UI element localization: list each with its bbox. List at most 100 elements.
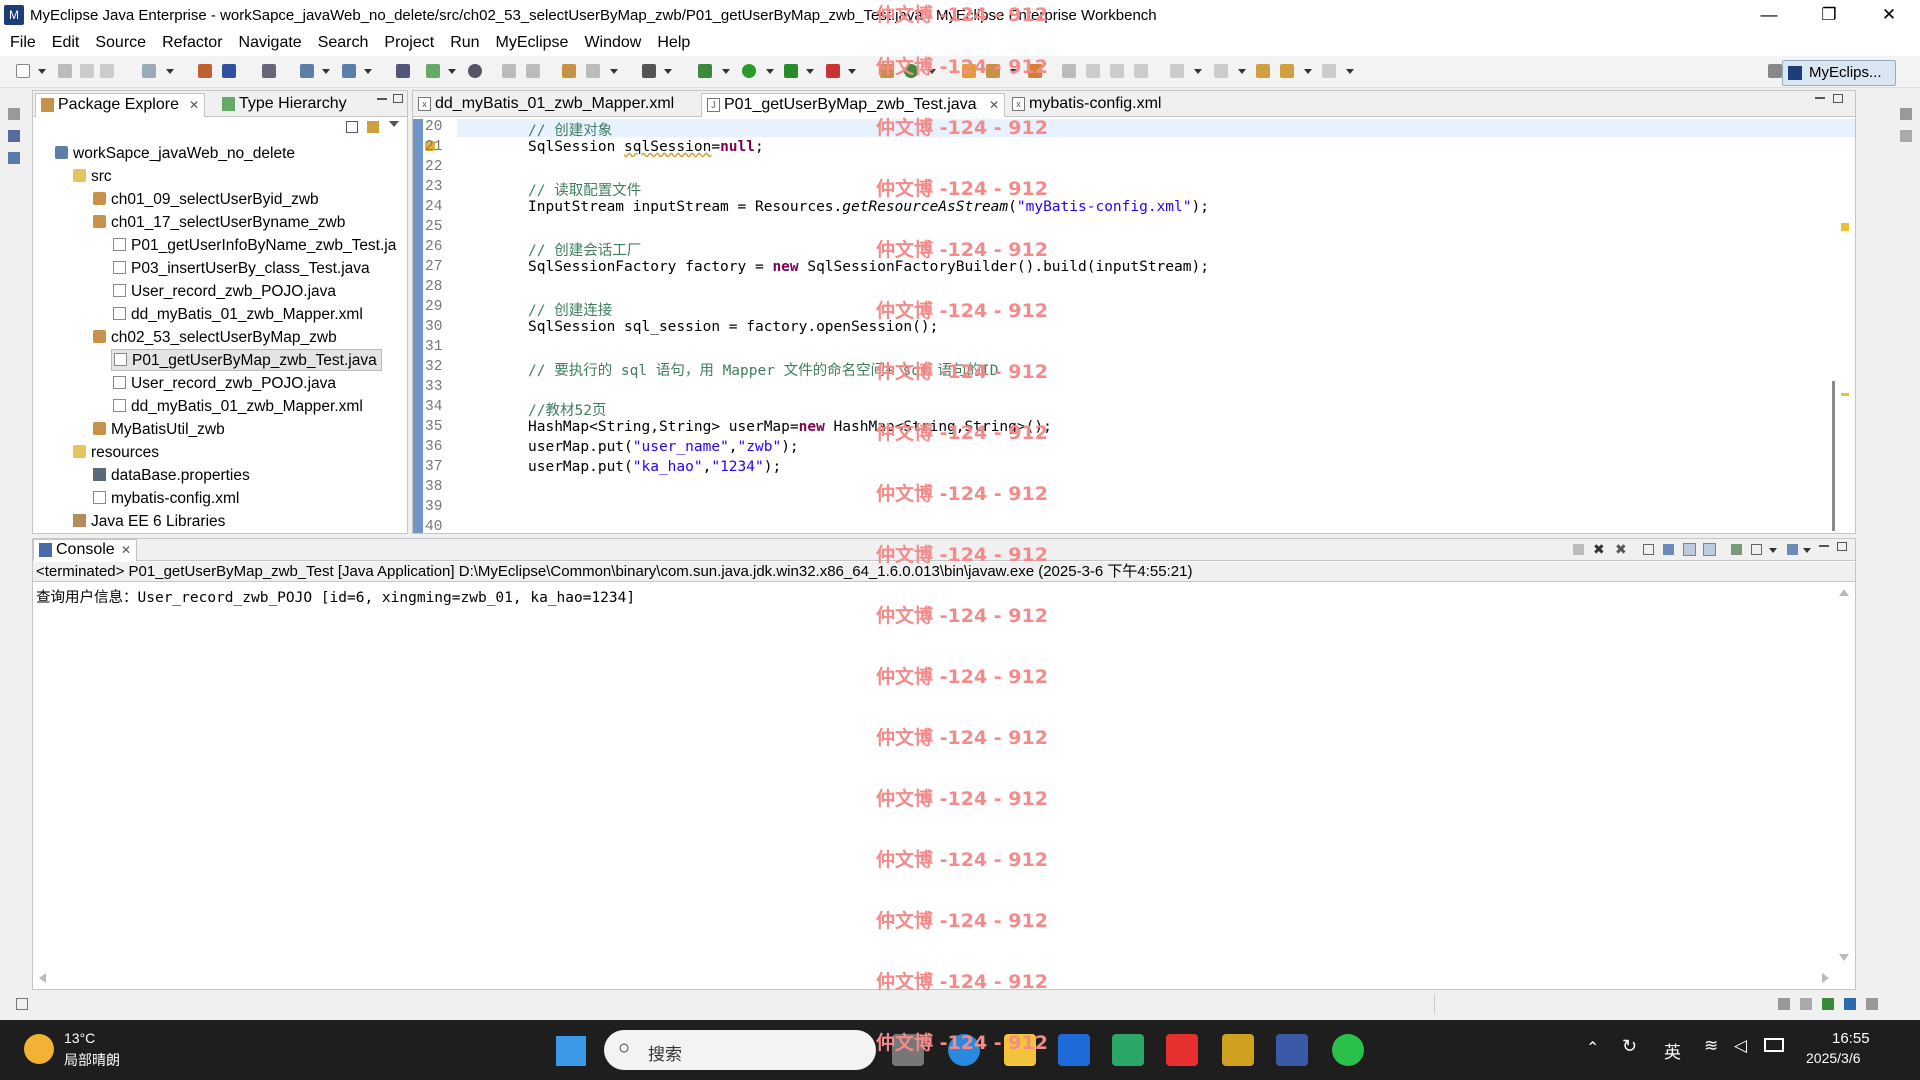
overview-marker-icon[interactable] — [1841, 393, 1849, 396]
deploy-icon[interactable] — [198, 64, 212, 78]
close-button[interactable]: ✕ — [1860, 0, 1918, 30]
external-tools-icon[interactable] — [826, 64, 840, 78]
code-line-32[interactable]: // 要执行的 sql 语句，用 Mapper 文件的命名空间+ sql 语句的… — [528, 359, 999, 380]
menu-refactor[interactable]: Refactor — [156, 34, 232, 52]
wechat-icon[interactable] — [1332, 1034, 1364, 1066]
dropdown-icon[interactable] — [848, 69, 856, 74]
tree-item-package[interactable]: ch01_09_selectUserByid_zwb — [93, 189, 319, 211]
show-on-output-icon[interactable] — [1683, 543, 1696, 556]
browser-icon[interactable] — [468, 64, 482, 78]
tab-type-hierarchy[interactable]: Type Hierarchy — [217, 93, 387, 117]
tree-item-folder[interactable]: resources — [73, 442, 159, 464]
status-icon[interactable] — [1800, 998, 1812, 1010]
weather-desc[interactable]: 局部晴朗 — [64, 1050, 120, 1070]
tree-item-package[interactable]: MyBatisUtil_zwb — [93, 419, 225, 441]
prev-annotation-icon[interactable] — [1214, 64, 1228, 78]
open-perspective-icon[interactable] — [1768, 64, 1782, 78]
dropdown-icon[interactable] — [322, 69, 330, 74]
minimize-button[interactable]: — — [1740, 0, 1798, 30]
tree-item-file[interactable]: dataBase.properties — [93, 465, 250, 487]
code-line-24[interactable]: InputStream inputStream = Resources.getR… — [528, 199, 1209, 215]
open-console-icon[interactable] — [1787, 544, 1798, 555]
scroll-down-icon[interactable] — [1839, 954, 1849, 961]
dropdown-icon[interactable] — [928, 69, 936, 74]
new-package-icon[interactable] — [880, 64, 894, 78]
code-line-20[interactable]: // 创建对象 — [528, 119, 612, 140]
edge-icon[interactable] — [948, 1034, 980, 1066]
terminate-icon[interactable] — [1573, 544, 1584, 555]
dropdown-icon[interactable] — [1304, 69, 1312, 74]
tree-item-file[interactable]: P03_insertUserBy_class_Test.java — [113, 258, 370, 280]
minimize-view-icon[interactable] — [377, 98, 387, 100]
maximize-view-icon[interactable] — [1833, 94, 1843, 103]
view-icon[interactable] — [8, 130, 20, 142]
status-icon[interactable] — [1778, 998, 1790, 1010]
minimize-view-icon[interactable] — [1815, 97, 1825, 99]
back-icon[interactable] — [1280, 64, 1294, 78]
status-icon[interactable] — [1844, 998, 1856, 1010]
outline-icon[interactable] — [1900, 130, 1912, 142]
tree-item-src[interactable]: src — [73, 166, 112, 188]
fast-view-icon[interactable] — [16, 998, 28, 1010]
dropdown-icon[interactable] — [1010, 69, 1018, 74]
sync-icon[interactable]: ↻ — [1622, 1036, 1637, 1057]
tree-item-package[interactable]: ch01_17_selectUserByname_zwb — [93, 212, 345, 234]
run-icon[interactable] — [742, 64, 756, 78]
new-dropdown-icon[interactable] — [38, 69, 46, 74]
ime-indicator[interactable]: 英 — [1664, 1038, 1681, 1063]
tree-item-file[interactable]: dd_myBatis_01_zwb_Mapper.xml — [113, 304, 363, 326]
battery-icon[interactable] — [1764, 1038, 1784, 1052]
maximize-button[interactable]: ❐ — [1800, 0, 1858, 30]
scroll-left-icon[interactable] — [39, 973, 46, 983]
scroll-up-icon[interactable] — [1839, 589, 1849, 596]
terminal-icon[interactable] — [642, 64, 656, 78]
undo-icon[interactable] — [502, 64, 516, 78]
dropdown-icon[interactable] — [610, 69, 618, 74]
vertical-scrollbar[interactable] — [1832, 381, 1835, 531]
block-icon[interactable] — [1110, 64, 1124, 78]
web-service-icon[interactable] — [342, 64, 356, 78]
menu-project[interactable]: Project — [378, 34, 444, 52]
code-line-35[interactable]: HashMap<String,String> userMap=new HashM… — [528, 419, 1052, 435]
db-icon[interactable] — [262, 64, 276, 78]
dropdown-icon[interactable] — [722, 69, 730, 74]
pin-console-icon[interactable] — [1731, 544, 1742, 555]
collapse-all-icon[interactable] — [346, 121, 358, 133]
tab-console[interactable]: Console ✕ — [33, 539, 137, 561]
dropdown-icon[interactable] — [448, 69, 456, 74]
open-type-icon[interactable] — [396, 64, 410, 78]
close-tab-icon[interactable]: ✕ — [989, 94, 999, 116]
view-menu-icon[interactable] — [389, 121, 399, 127]
tree-item-package[interactable]: ch02_53_selectUserByMap_zwb — [93, 327, 337, 349]
tree-item-file[interactable]: dd_myBatis_01_zwb_Mapper.xml — [113, 396, 363, 418]
weather-temp[interactable]: 13°C — [64, 1030, 95, 1046]
annotation-icon[interactable] — [1062, 64, 1076, 78]
menu-run[interactable]: Run — [444, 34, 489, 52]
code-line-29[interactable]: // 创建连接 — [528, 299, 612, 320]
code-line-30[interactable]: SqlSession sql_session = factory.openSes… — [528, 319, 938, 335]
dropdown-icon[interactable] — [1803, 548, 1811, 553]
coverage-icon[interactable] — [784, 64, 798, 78]
remove-launch-icon[interactable]: ✖ — [1593, 541, 1605, 558]
taskbar-search[interactable]: ○ 搜索 — [604, 1030, 876, 1070]
dropdown-icon[interactable] — [1238, 69, 1246, 74]
code-line-23[interactable]: // 读取配置文件 — [528, 179, 641, 200]
store-icon[interactable] — [1058, 1034, 1090, 1066]
menu-help[interactable]: Help — [651, 34, 700, 52]
view-icon[interactable] — [8, 152, 20, 164]
tab-mapper-xml[interactable]: x dd_myBatis_01_zwb_Mapper.xml — [413, 93, 699, 117]
status-icon[interactable] — [1866, 998, 1878, 1010]
menu-search[interactable]: Search — [312, 34, 379, 52]
wifi-icon[interactable]: ≋ — [1704, 1036, 1718, 1056]
tree-item-file[interactable]: User_record_zwb_POJO.java — [113, 373, 336, 395]
file-explorer-icon[interactable] — [1004, 1034, 1036, 1066]
save-all-icon[interactable] — [80, 64, 94, 78]
dropdown-icon[interactable] — [1769, 548, 1777, 553]
tab-package-explorer[interactable]: Package Explore ✕ — [35, 93, 205, 117]
tab-test-java[interactable]: J P01_getUserByMap_zwb_Test.java ✕ — [701, 93, 1005, 117]
package-icon[interactable] — [562, 64, 576, 78]
app-icon[interactable] — [1166, 1034, 1198, 1066]
overview-marker-icon[interactable] — [1841, 223, 1849, 231]
menu-myeclipse[interactable]: MyEclipse — [490, 34, 579, 52]
pilcrow-icon[interactable] — [1134, 64, 1148, 78]
